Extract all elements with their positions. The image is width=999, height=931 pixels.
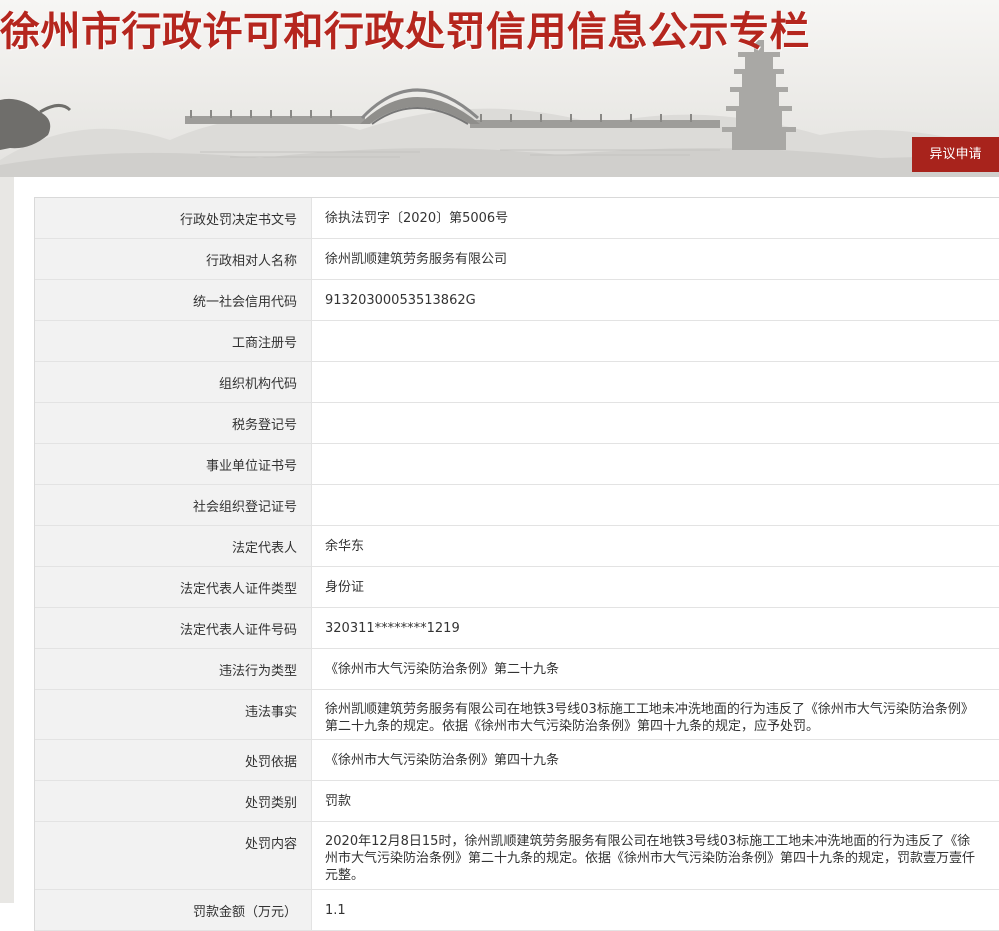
table-row: 工商注册号 — [35, 321, 999, 362]
row-value: 徐州凯顺建筑劳务服务有限公司 — [325, 251, 508, 267]
row-value — [312, 403, 999, 443]
row-label: 处罚内容 — [35, 822, 312, 889]
row-value: 徐执法罚字〔2020〕第5006号 — [325, 210, 509, 226]
row-label: 违法行为类型 — [35, 649, 312, 689]
row-label: 法定代表人证件类型 — [35, 567, 312, 607]
table-row: 违法行为类型 《徐州市大气污染防治条例》第二十九条 — [35, 649, 999, 690]
row-value — [312, 444, 999, 484]
table-row: 处罚内容 2020年12月8日15时，徐州凯顺建筑劳务服务有限公司在地铁3号线0… — [35, 822, 999, 890]
table-row: 税务登记号 — [35, 403, 999, 444]
row-label: 税务登记号 — [35, 403, 312, 443]
row-value: 《徐州市大气污染防治条例》第四十九条 — [325, 752, 560, 768]
table-row: 处罚类别 罚款 — [35, 781, 999, 822]
table-row: 事业单位证书号 — [35, 444, 999, 485]
row-label: 行政相对人名称 — [35, 239, 312, 279]
table-row: 组织机构代码 — [35, 362, 999, 403]
row-label: 处罚类别 — [35, 781, 312, 821]
row-value — [312, 362, 999, 402]
row-value: 罚款 — [325, 793, 352, 809]
row-value — [312, 485, 999, 525]
row-value: 320311********1219 — [325, 620, 460, 636]
row-label: 组织机构代码 — [35, 362, 312, 402]
table-row: 行政处罚决定书文号 徐执法罚字〔2020〕第5006号 — [35, 198, 999, 239]
row-value: 91320300053513862G — [325, 292, 476, 308]
row-value — [312, 321, 999, 361]
table-row: 违法事实 徐州凯顺建筑劳务服务有限公司在地铁3号线03标施工工地未冲洗地面的行为… — [35, 690, 999, 740]
row-label: 统一社会信用代码 — [35, 280, 312, 320]
landscape-illustration — [0, 40, 999, 177]
row-label: 处罚依据 — [35, 740, 312, 780]
table-row: 法定代表人证件类型 身份证 — [35, 567, 999, 608]
row-label: 社会组织登记证号 — [35, 485, 312, 525]
row-label: 事业单位证书号 — [35, 444, 312, 484]
header-banner: 徐州市行政许可和行政处罚信用信息公示专栏 异议申请 — [0, 0, 999, 177]
row-label: 工商注册号 — [35, 321, 312, 361]
penalty-info-table: 行政处罚决定书文号 徐执法罚字〔2020〕第5006号 行政相对人名称 徐州凯顺… — [34, 197, 999, 931]
table-row: 社会组织登记证号 — [35, 485, 999, 526]
table-row: 统一社会信用代码 91320300053513862G — [35, 280, 999, 321]
row-value: 身份证 — [325, 579, 365, 595]
row-value: 2020年12月8日15时，徐州凯顺建筑劳务服务有限公司在地铁3号线03标施工工… — [325, 834, 976, 883]
left-margin — [0, 177, 14, 903]
table-row: 法定代表人 余华东 — [35, 526, 999, 567]
row-label: 罚款金额（万元） — [35, 890, 312, 930]
row-value: 余华东 — [325, 538, 365, 554]
row-label: 行政处罚决定书文号 — [35, 198, 312, 238]
row-label: 法定代表人 — [35, 526, 312, 566]
row-label: 法定代表人证件号码 — [35, 608, 312, 648]
table-row: 行政相对人名称 徐州凯顺建筑劳务服务有限公司 — [35, 239, 999, 280]
row-label: 违法事实 — [35, 690, 312, 739]
page-title: 徐州市行政许可和行政处罚信用信息公示专栏 — [0, 9, 810, 55]
table-row: 法定代表人证件号码 320311********1219 — [35, 608, 999, 649]
table-row: 罚款金额（万元） 1.1 — [35, 890, 999, 931]
row-value: 《徐州市大气污染防治条例》第二十九条 — [325, 661, 560, 677]
table-row: 处罚依据 《徐州市大气污染防治条例》第四十九条 — [35, 740, 999, 781]
row-value: 徐州凯顺建筑劳务服务有限公司在地铁3号线03标施工工地未冲洗地面的行为违反了《徐… — [325, 702, 974, 734]
objection-request-button[interactable]: 异议申请 — [912, 137, 999, 172]
row-value: 1.1 — [325, 902, 346, 918]
